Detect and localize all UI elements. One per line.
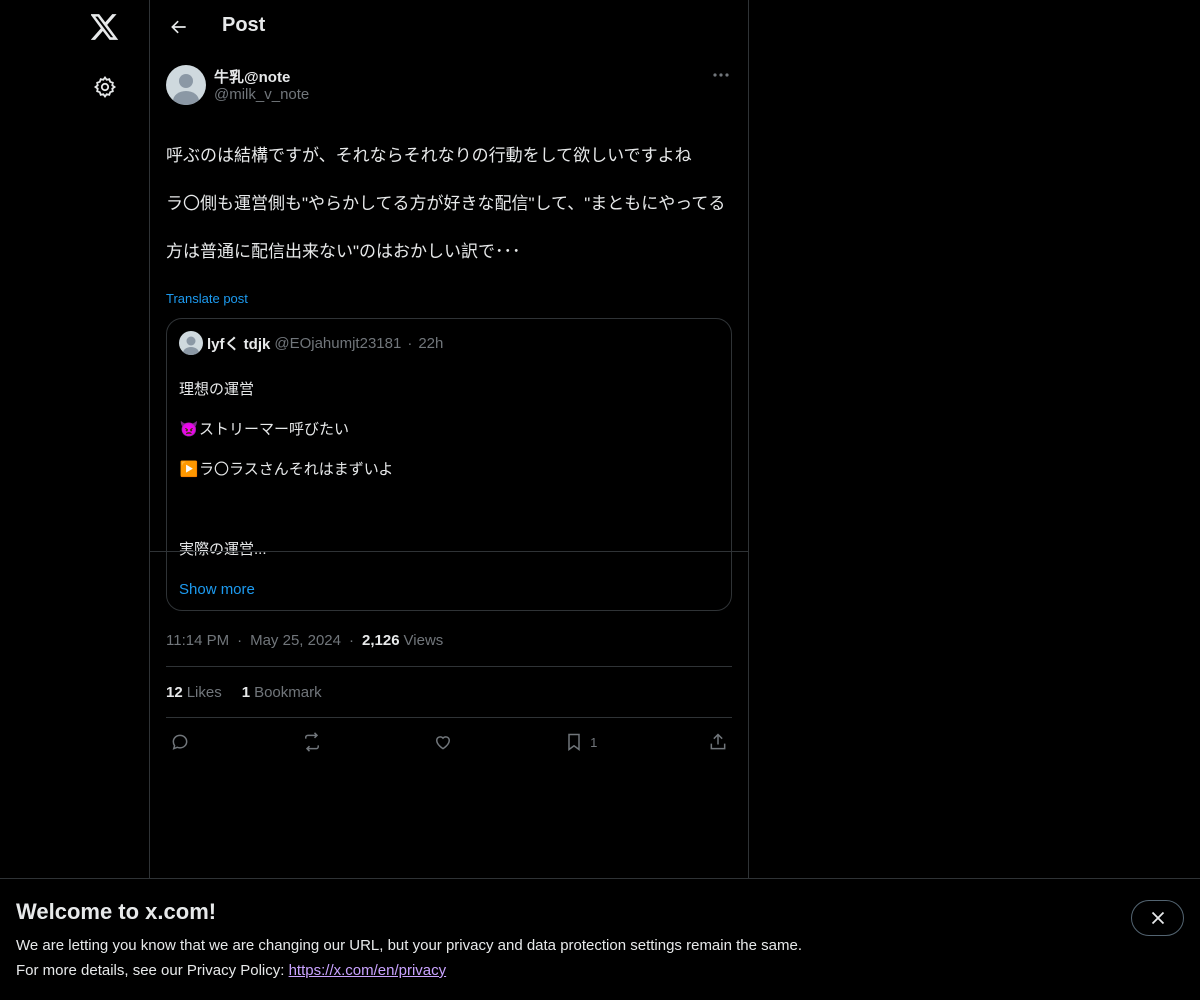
banner-title: Welcome to x.com! xyxy=(16,899,217,924)
share-icon xyxy=(710,733,726,750)
author-row: 牛乳@note @milk_v_note xyxy=(166,64,732,118)
quote-header: lyfく tdjk @EOjahumjt23181 · 22h xyxy=(179,331,719,355)
post-meta: 11:14 PM · May 25, 2024 · 2,126 Views xyxy=(166,630,732,650)
separator-dot: · xyxy=(237,631,243,649)
back-arrow-icon[interactable] xyxy=(162,10,196,44)
post-text-line: ラ〇側も運営側も"やらかしてる方が好きな配信"して、"まともにやってる xyxy=(166,194,726,213)
quote-line: 理想の運営 xyxy=(179,381,255,398)
repost-button[interactable] xyxy=(301,732,323,752)
bookmark-button[interactable]: 1 xyxy=(564,732,597,752)
settings-gear-icon[interactable] xyxy=(88,70,122,104)
post-header: Post xyxy=(150,0,748,54)
quote-line xyxy=(179,500,719,520)
translate-post-link[interactable]: Translate post xyxy=(166,291,248,306)
quote-time: 22h xyxy=(418,334,444,352)
divider xyxy=(150,551,749,552)
quote-line-text: ストリーマー呼びたい xyxy=(199,421,350,438)
views-label: Views xyxy=(403,631,444,649)
quote-line: 実際の運営... xyxy=(179,541,267,558)
like-button[interactable] xyxy=(433,732,453,752)
share-button[interactable] xyxy=(708,732,728,752)
quote-text: 理想の運営 👿ストリーマー呼びたい ▶️ラ〇ラスさんそれはまずいよ 実際の運営.… xyxy=(179,360,719,580)
post-text: 呼ぶのは結構ですが、それならそれなりの行動をして欲しいですよね ラ〇側も運営側も… xyxy=(166,120,732,288)
likes-stat[interactable]: 12 Likes xyxy=(166,684,222,701)
banner-policy-text: For more details, see our Privacy Policy… xyxy=(16,962,289,979)
welcome-banner: Welcome to x.com! We are letting you kno… xyxy=(0,878,1200,1000)
page-title: Post xyxy=(222,14,266,36)
quote-author-name: lyfく tdjk xyxy=(207,335,271,353)
quote-line-text: ラ〇ラスさんそれはまずいよ xyxy=(199,461,394,478)
separator-dot: · xyxy=(407,334,413,352)
close-icon xyxy=(1151,911,1164,925)
author-handle[interactable]: @milk_v_note xyxy=(214,86,309,103)
quote-avatar xyxy=(179,331,203,355)
post-stats: 12 Likes 1 Bookmark xyxy=(166,666,732,718)
x-logo-icon[interactable] xyxy=(86,8,124,46)
quoted-post[interactable]: lyfく tdjk @EOjahumjt23181 · 22h 理想の運営 👿ス… xyxy=(166,318,732,611)
privacy-policy-link[interactable]: https://x.com/en/privacy xyxy=(289,962,447,979)
likes-count: 12 xyxy=(166,683,183,701)
post-time[interactable]: 11:14 PM xyxy=(166,632,229,649)
avatar[interactable] xyxy=(166,65,206,105)
devil-emoji-icon: 👿 xyxy=(179,421,199,438)
bookmark-icon xyxy=(568,733,580,751)
more-options-icon[interactable] xyxy=(710,64,732,86)
banner-message: We are letting you know that we are chan… xyxy=(16,937,802,954)
author-name[interactable]: 牛乳@note xyxy=(214,66,290,87)
bookmarks-stat[interactable]: 1 Bookmark xyxy=(242,684,322,701)
quote-author-handle: @EOjahumjt23181 xyxy=(274,334,402,352)
close-banner-button[interactable] xyxy=(1131,900,1184,936)
bookmark-action-count: 1 xyxy=(590,734,598,750)
separator-dot: · xyxy=(349,631,354,649)
post-text-line: 呼ぶのは結構ですが、それならそれなりの行動をして欲しいですよね xyxy=(166,146,692,165)
play-button-emoji-icon: ▶️ xyxy=(179,461,199,478)
left-nav xyxy=(0,0,150,1000)
reply-button[interactable] xyxy=(170,732,190,752)
views-count: 2,126 xyxy=(362,631,400,649)
banner-policy-line: For more details, see our Privacy Policy… xyxy=(16,962,446,979)
action-bar: 1 xyxy=(166,718,732,766)
repost-icon xyxy=(304,732,319,752)
bookmarks-count: 1 xyxy=(241,683,251,701)
post-date[interactable]: May 25, 2024 xyxy=(250,632,341,649)
reply-icon xyxy=(172,734,188,750)
likes-label: Likes xyxy=(186,683,222,701)
post-text-line: 方は普通に配信出来ない"のはおかしい訳で･･･ xyxy=(166,242,521,261)
heart-icon xyxy=(436,736,451,750)
post: 牛乳@note @milk_v_note 呼ぶのは結構ですが、それならそれなりの… xyxy=(150,64,748,766)
quote-line: ▶️ラ〇ラスさんそれはまずいよ xyxy=(179,460,719,480)
show-more-link[interactable]: Show more xyxy=(179,580,719,600)
quote-line: 👿ストリーマー呼びたい xyxy=(179,420,719,440)
main-column: Post 牛乳@note @milk_v_note 呼ぶのは結構ですが、それなら xyxy=(150,0,749,1000)
bookmarks-label: Bookmark xyxy=(254,683,322,701)
